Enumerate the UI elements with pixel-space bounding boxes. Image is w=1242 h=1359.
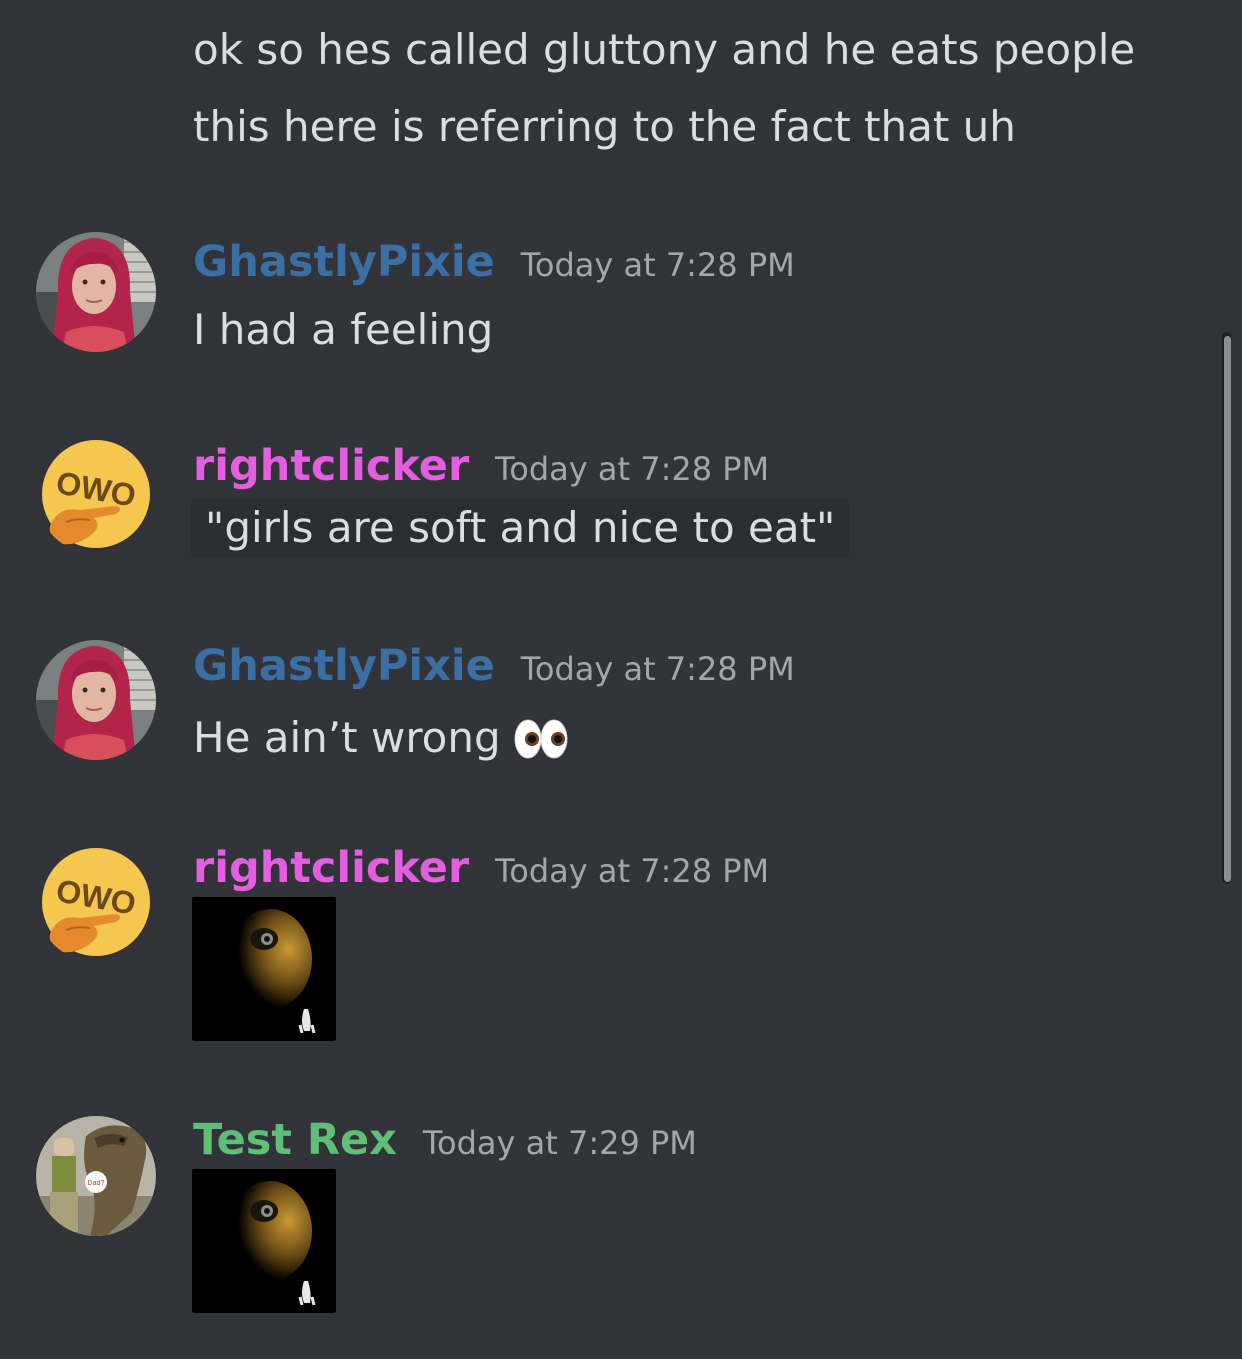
username-test-rex[interactable]: Test Rex: [193, 1114, 397, 1166]
message-content: He ain’t wrong: [193, 712, 569, 764]
user-avatar-rightclicker[interactable]: OWO: [36, 434, 156, 554]
message-timestamp[interactable]: Today at 7:28 PM: [521, 643, 795, 695]
dark-moon-face-image: [192, 1169, 336, 1313]
message-timestamp[interactable]: Today at 7:29 PM: [423, 1117, 697, 1169]
owo-pointing-emoji-icon: OWO: [42, 440, 150, 548]
username-ghastlypixie[interactable]: GhastlyPixie: [193, 236, 495, 288]
avatar-photo: [36, 232, 156, 352]
message-text: He ain’t wrong: [193, 713, 501, 762]
username-ghastlypixie[interactable]: GhastlyPixie: [193, 640, 495, 692]
scrollbar-thumb[interactable]: [1224, 336, 1231, 882]
chat-message-list: ok so hes called gluttony and he eats pe…: [0, 0, 1242, 1359]
message-header: rightclicker Today at 7:28 PM: [193, 440, 769, 495]
user-avatar-rightclicker[interactable]: OWO: [36, 842, 156, 962]
dark-moon-face-image: [192, 897, 336, 1041]
message-text: I had a feeling: [193, 305, 494, 354]
svg-text:Dad?: Dad?: [88, 1180, 105, 1187]
image-attachment[interactable]: [192, 897, 336, 1041]
message-header: GhastlyPixie Today at 7:28 PM: [193, 640, 795, 695]
message-text: "girls are soft and nice to eat": [191, 499, 850, 558]
avatar-photo: [36, 640, 156, 760]
message-header: GhastlyPixie Today at 7:28 PM: [193, 236, 795, 291]
dad-sticker: Dad?: [85, 1171, 107, 1193]
user-avatar-ghastlypixie[interactable]: [36, 640, 156, 760]
user-avatar-test-rex[interactable]: Dad?: [36, 1116, 156, 1236]
message-timestamp[interactable]: Today at 7:28 PM: [495, 443, 769, 495]
dinosaur-soldier-avatar: Dad?: [36, 1116, 156, 1236]
owo-pointing-emoji-icon: OWO: [42, 848, 150, 956]
user-avatar-ghastlypixie[interactable]: [36, 232, 156, 352]
message-text-line: ok so hes called gluttony and he eats pe…: [193, 25, 1136, 74]
username-rightclicker[interactable]: rightclicker: [193, 440, 469, 492]
eyes-emoji-icon: [513, 716, 569, 760]
message-text-line: this here is referring to the fact that …: [193, 102, 1016, 151]
message-timestamp[interactable]: Today at 7:28 PM: [521, 239, 795, 291]
message-header: Test Rex Today at 7:29 PM: [193, 1114, 697, 1169]
username-rightclicker[interactable]: rightclicker: [193, 842, 469, 894]
message-header: rightclicker Today at 7:28 PM: [193, 842, 769, 897]
image-attachment[interactable]: [192, 1169, 336, 1313]
message-timestamp[interactable]: Today at 7:28 PM: [495, 845, 769, 897]
inline-code-text: "girls are soft and nice to eat": [191, 499, 850, 558]
